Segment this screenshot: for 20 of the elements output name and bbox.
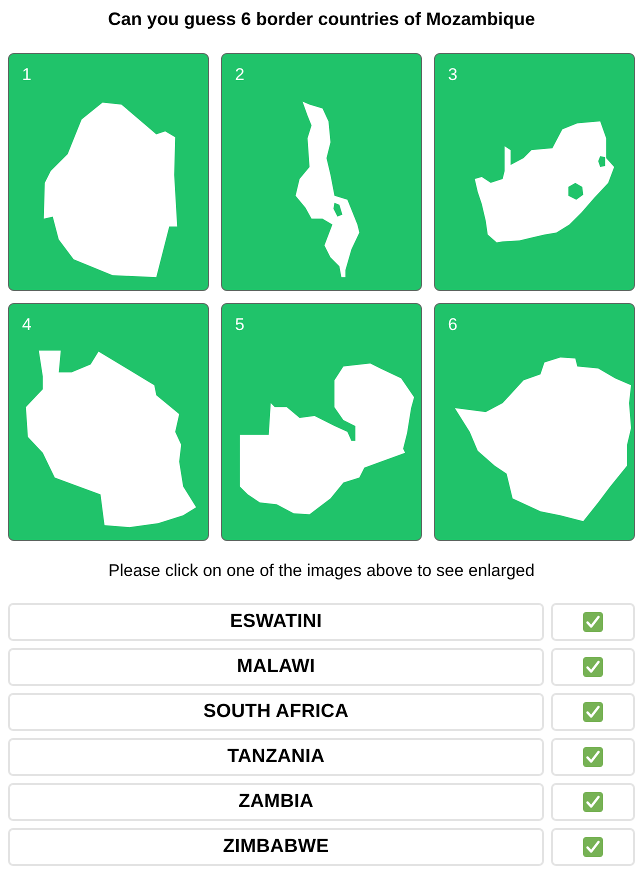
- map-card[interactable]: 6: [434, 303, 635, 541]
- map-card[interactable]: 1: [8, 53, 209, 291]
- country-answer: ESWATINI: [8, 603, 544, 641]
- card-number: 2: [235, 65, 244, 85]
- country-answer: TANZANIA: [8, 738, 544, 776]
- map-card[interactable]: 3: [434, 53, 635, 291]
- country-answer: MALAWI: [8, 648, 544, 686]
- map-card[interactable]: 2: [221, 53, 422, 291]
- country-answer: SOUTH AFRICA: [8, 693, 544, 731]
- country-answer: ZAMBIA: [8, 783, 544, 821]
- quiz-title: Can you guess 6 border countries of Mozambique: [108, 8, 536, 30]
- card-number: 6: [448, 315, 458, 335]
- country-answer: ZIMBABWE: [8, 828, 544, 866]
- card-number: 5: [235, 315, 244, 335]
- instruction-text: Please click on one of the images above to see enlarged: [108, 560, 535, 582]
- card-number: 3: [448, 65, 458, 85]
- card-number: 1: [22, 65, 32, 85]
- map-card[interactable]: 5: [221, 303, 422, 541]
- card-number: 4: [22, 315, 32, 335]
- map-card[interactable]: 4: [8, 303, 209, 541]
